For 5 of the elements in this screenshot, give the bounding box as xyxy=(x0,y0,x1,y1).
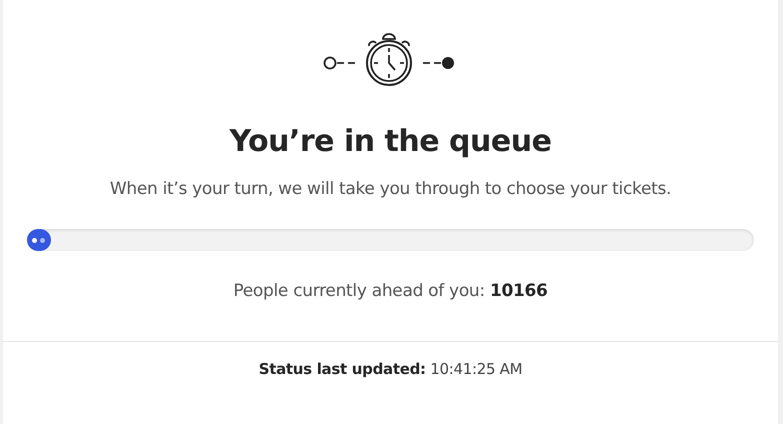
progress-fill xyxy=(27,229,51,251)
people-ahead-text: People currently ahead of you: 10166 xyxy=(233,281,548,301)
status-updated-text: Status last updated: 10:41:25 AM xyxy=(258,360,522,378)
queue-heading: You’re in the queue xyxy=(230,124,552,159)
queue-description: When it’s your turn, we will take you through to choose your tickets. xyxy=(110,179,672,199)
